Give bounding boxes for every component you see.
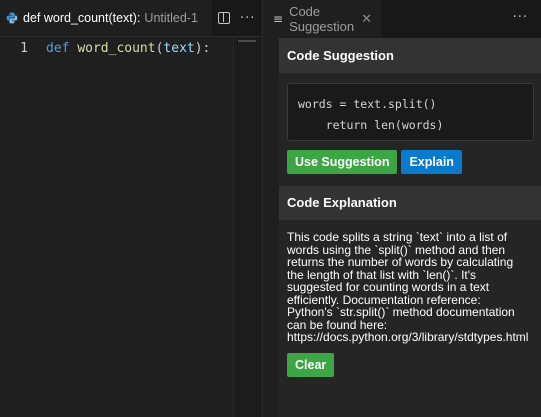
editor-actions: ··· — [218, 11, 255, 26]
split-editor-icon[interactable] — [218, 12, 230, 24]
more-actions-icon[interactable]: ··· — [513, 10, 528, 25]
panel-tab-bar: ≡ Code Suggestion ✕ ··· — [263, 0, 541, 38]
explanation-line: https://docs.python.org/3/library/stdtyp… — [287, 330, 529, 344]
panel-content: Code Suggestion words = text.split() ret… — [279, 38, 541, 417]
editor-pane: def word_count(text): Untitled-1 ··· 1 d… — [0, 0, 263, 417]
code-close: ): — [194, 40, 211, 56]
code-text: def word_count(text): — [46, 41, 210, 56]
suggestion-code: words = text.split() return len(words) — [287, 83, 534, 141]
explanation-line: Python's `str.split()` method documentat… — [287, 305, 515, 319]
code-param: text — [163, 40, 195, 56]
explanation-text: This code splits a string `text` into a … — [279, 220, 541, 344]
use-suggestion-button[interactable]: Use Suggestion — [287, 150, 398, 174]
tab-code-suggestion[interactable]: ≡ Code Suggestion ✕ — [263, 0, 381, 38]
editor-tab[interactable]: def word_count(text): Untitled-1 — [0, 0, 212, 36]
explanation-header: Code Explanation — [279, 186, 541, 220]
explanation-line: returns the number of words by calculati… — [287, 255, 514, 269]
code-keyword: def — [46, 40, 70, 56]
python-file-icon — [6, 12, 18, 24]
explain-button[interactable]: Explain — [401, 150, 462, 174]
suggestion-header: Code Suggestion — [279, 38, 541, 73]
editor-tab-title: def word_count(text): — [23, 11, 141, 25]
line-number: 1 — [20, 40, 28, 56]
explanation-line: This code splits a string `text` into a … — [287, 230, 508, 244]
editor-tab-bar: def word_count(text): Untitled-1 ··· — [0, 0, 262, 37]
code-function-name: word_count — [77, 40, 156, 56]
close-icon[interactable]: ✕ — [361, 12, 372, 27]
minimap[interactable] — [233, 38, 263, 417]
suggestion-actions: Use Suggestion Explain — [287, 150, 541, 174]
document-icon: ≡ — [273, 12, 284, 26]
code-line[interactable]: 1 def word_count(text): — [0, 38, 210, 58]
suggestion-panel: ≡ Code Suggestion ✕ ··· Code Suggestion … — [262, 0, 541, 417]
explanation-line: suggested for counting words in a text — [287, 280, 490, 294]
clear-button[interactable]: Clear — [287, 352, 335, 377]
minimap-line — [238, 40, 256, 42]
panel-tab-label: Code Suggestion — [289, 4, 355, 34]
editor-tab-subtitle: Untitled-1 — [144, 11, 198, 25]
clear-wrap: Clear — [287, 352, 541, 377]
more-actions-icon[interactable]: ··· — [240, 11, 255, 26]
